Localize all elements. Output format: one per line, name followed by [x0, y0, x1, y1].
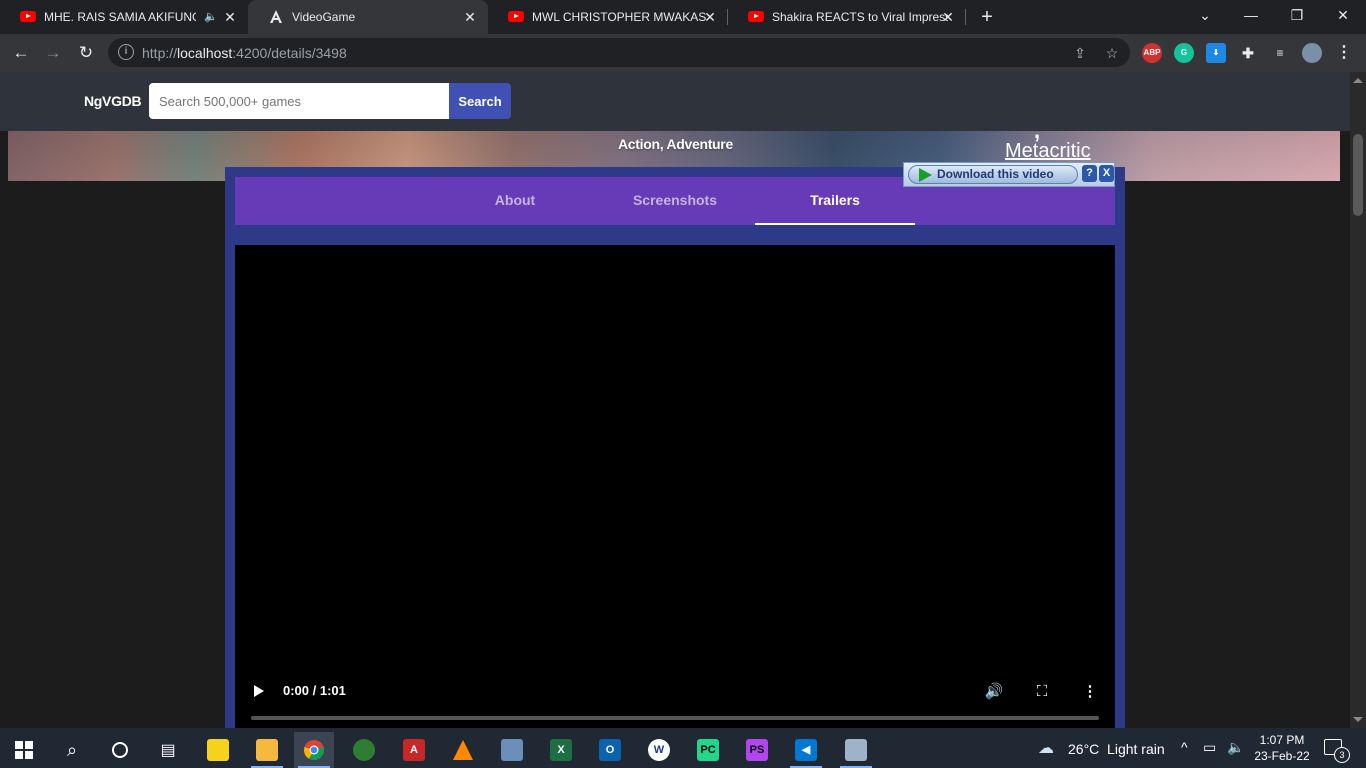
grammarly-icon[interactable]: G — [1174, 43, 1194, 63]
game-genres: Action, Adventure — [618, 136, 733, 152]
outlook-icon[interactable]: O — [590, 732, 630, 768]
scroll-up-icon[interactable] — [1353, 78, 1363, 83]
page-scrollbar[interactable] — [1350, 72, 1366, 728]
tab-title: MWL CHRISTOPHER MWAKASEGE — [532, 10, 706, 24]
word-app-icon[interactable]: W — [639, 732, 679, 768]
download-manager-icon[interactable]: ⬇ — [1206, 43, 1226, 63]
search-button[interactable]: Search — [449, 83, 511, 119]
play-arrow-icon — [919, 168, 932, 182]
media-controls-icon[interactable]: ≡ — [1270, 43, 1290, 63]
address-bar[interactable]: i http://localhost:4200/details/3498 ⇪ ☆ — [108, 38, 1130, 67]
snipping-tool-icon[interactable] — [836, 732, 876, 768]
audio-playing-icon[interactable]: 🔈 — [204, 10, 218, 23]
video-time: 0:00 / 1:01 — [283, 683, 346, 698]
network-icon[interactable]: ▭ — [1203, 739, 1216, 756]
tab-title: Shakira REACTS to Viral Impressions — [772, 10, 948, 24]
weather-text[interactable]: 26°C Light rain — [1068, 741, 1165, 757]
download-video-button[interactable]: Download this video — [908, 165, 1078, 184]
extensions-puzzle-icon[interactable]: ✚ — [1238, 43, 1258, 63]
more-options-icon[interactable]: ⋮ — [1079, 681, 1101, 703]
pycharm-icon[interactable]: PC — [688, 732, 728, 768]
page-viewport: , Action, Adventure Metacritic NgVGDB Se… — [0, 72, 1350, 728]
show-hidden-icons[interactable]: ^ — [1181, 739, 1188, 755]
network-app-icon[interactable] — [492, 732, 532, 768]
windows-taskbar: ⌕ ▤ A X O W PC PS ◀ ☁ 26°C Light rain ^ … — [0, 728, 1366, 768]
fullscreen-icon[interactable]: ⛶ — [1031, 681, 1053, 703]
clock-time: 1:07 PM — [1259, 733, 1305, 747]
volume-icon[interactable]: 🔊 — [983, 681, 1005, 703]
system-clock[interactable]: 1:07 PM 23-Feb-22 — [1250, 732, 1314, 764]
browser-tab[interactable]: Shakira REACTS to Viral Impressions ✕ — [728, 0, 966, 34]
close-tab-icon[interactable]: ✕ — [940, 9, 956, 25]
file-explorer-icon[interactable] — [247, 732, 287, 768]
restore-icon[interactable]: ❐ — [1274, 0, 1320, 30]
task-view-icon[interactable]: ▤ — [148, 732, 188, 768]
back-icon[interactable]: ← — [8, 40, 34, 66]
tab-separator — [965, 9, 966, 25]
close-tab-icon[interactable]: ✕ — [462, 9, 478, 25]
vlc-icon[interactable] — [443, 732, 483, 768]
clock-date: 23-Feb-22 — [1254, 749, 1310, 763]
trailer-video-player[interactable]: 0:00 / 1:01 🔊 ⛶ ⋮ — [235, 245, 1115, 728]
new-tab-button[interactable]: + — [978, 5, 996, 29]
search-input[interactable] — [149, 83, 449, 119]
close-tab-icon[interactable]: ✕ — [702, 9, 718, 25]
tab-screenshots[interactable]: Screenshots — [595, 177, 755, 225]
browser-tab[interactable]: MWL CHRISTOPHER MWAKASEGE ✕ — [488, 0, 728, 34]
close-window-icon[interactable]: ✕ — [1320, 0, 1366, 30]
angular-icon — [268, 9, 284, 25]
forward-icon[interactable]: → — [40, 40, 66, 66]
tab-about[interactable]: About — [435, 177, 595, 225]
minimize-icon[interactable]: — — [1228, 0, 1274, 30]
tab-title: VideoGame — [292, 10, 356, 24]
idm-icon[interactable] — [344, 732, 384, 768]
notification-count: 3 — [1334, 747, 1350, 763]
url-text[interactable]: http://localhost:4200/details/3498 — [142, 45, 347, 61]
browser-tabstrip: MHE. RAIS SAMIA AKIFUNGUA 🔈 ✕ VideoGame … — [0, 0, 1366, 34]
browser-menu-icon[interactable]: ⋮ — [1334, 43, 1354, 63]
excel-icon[interactable]: X — [541, 732, 581, 768]
game-details-panel: About Screenshots Trailers 0:00 / 1:01 🔊… — [225, 167, 1125, 728]
weather-icon[interactable]: ☁ — [1038, 738, 1054, 758]
browser-tab[interactable]: MHE. RAIS SAMIA AKIFUNGUA 🔈 ✕ — [0, 0, 248, 34]
help-icon[interactable]: ? — [1082, 165, 1097, 182]
reload-icon[interactable]: ↻ — [73, 40, 99, 66]
youtube-icon — [20, 9, 36, 25]
youtube-icon — [748, 9, 764, 25]
download-video-bar: Download this video ? X — [903, 162, 1115, 187]
phpstorm-icon[interactable]: PS — [737, 732, 777, 768]
site-logo[interactable]: NgVGDB — [84, 93, 142, 109]
tab-search-icon[interactable]: ⌄ — [1182, 0, 1228, 30]
browser-tab-active[interactable]: VideoGame ✕ — [248, 0, 488, 34]
chrome-icon[interactable] — [294, 732, 334, 768]
profile-avatar[interactable] — [1302, 43, 1322, 63]
site-header: NgVGDB Search — [0, 72, 1350, 131]
scroll-down-icon[interactable] — [1353, 717, 1363, 722]
site-info-icon[interactable]: i — [118, 44, 134, 60]
browser-toolbar: ← → ↻ i http://localhost:4200/details/34… — [0, 34, 1366, 72]
bookmark-star-icon[interactable]: ☆ — [1102, 43, 1122, 63]
close-icon[interactable]: X — [1099, 165, 1114, 182]
adblock-plus-icon[interactable]: ABP — [1142, 43, 1162, 63]
acrobat-icon[interactable]: A — [394, 732, 434, 768]
volume-tray-icon[interactable]: 🔈 — [1227, 739, 1244, 756]
metacritic-link[interactable]: Metacritic — [1005, 140, 1091, 163]
share-icon[interactable]: ⇪ — [1070, 43, 1090, 63]
play-icon[interactable] — [254, 685, 264, 697]
tab-trailers[interactable]: Trailers — [755, 177, 915, 225]
close-tab-icon[interactable]: ✕ — [222, 9, 238, 25]
sticky-notes-icon[interactable] — [198, 732, 238, 768]
video-progress-bar[interactable] — [251, 716, 1099, 720]
search-icon[interactable]: ⌕ — [52, 732, 92, 768]
windows-start-icon[interactable] — [4, 732, 44, 768]
cortana-icon[interactable] — [100, 732, 140, 768]
youtube-icon — [508, 9, 524, 25]
tab-title: MHE. RAIS SAMIA AKIFUNGUA — [44, 10, 196, 24]
vscode-icon[interactable]: ◀ — [786, 732, 826, 768]
scrollbar-thumb[interactable] — [1353, 134, 1363, 216]
